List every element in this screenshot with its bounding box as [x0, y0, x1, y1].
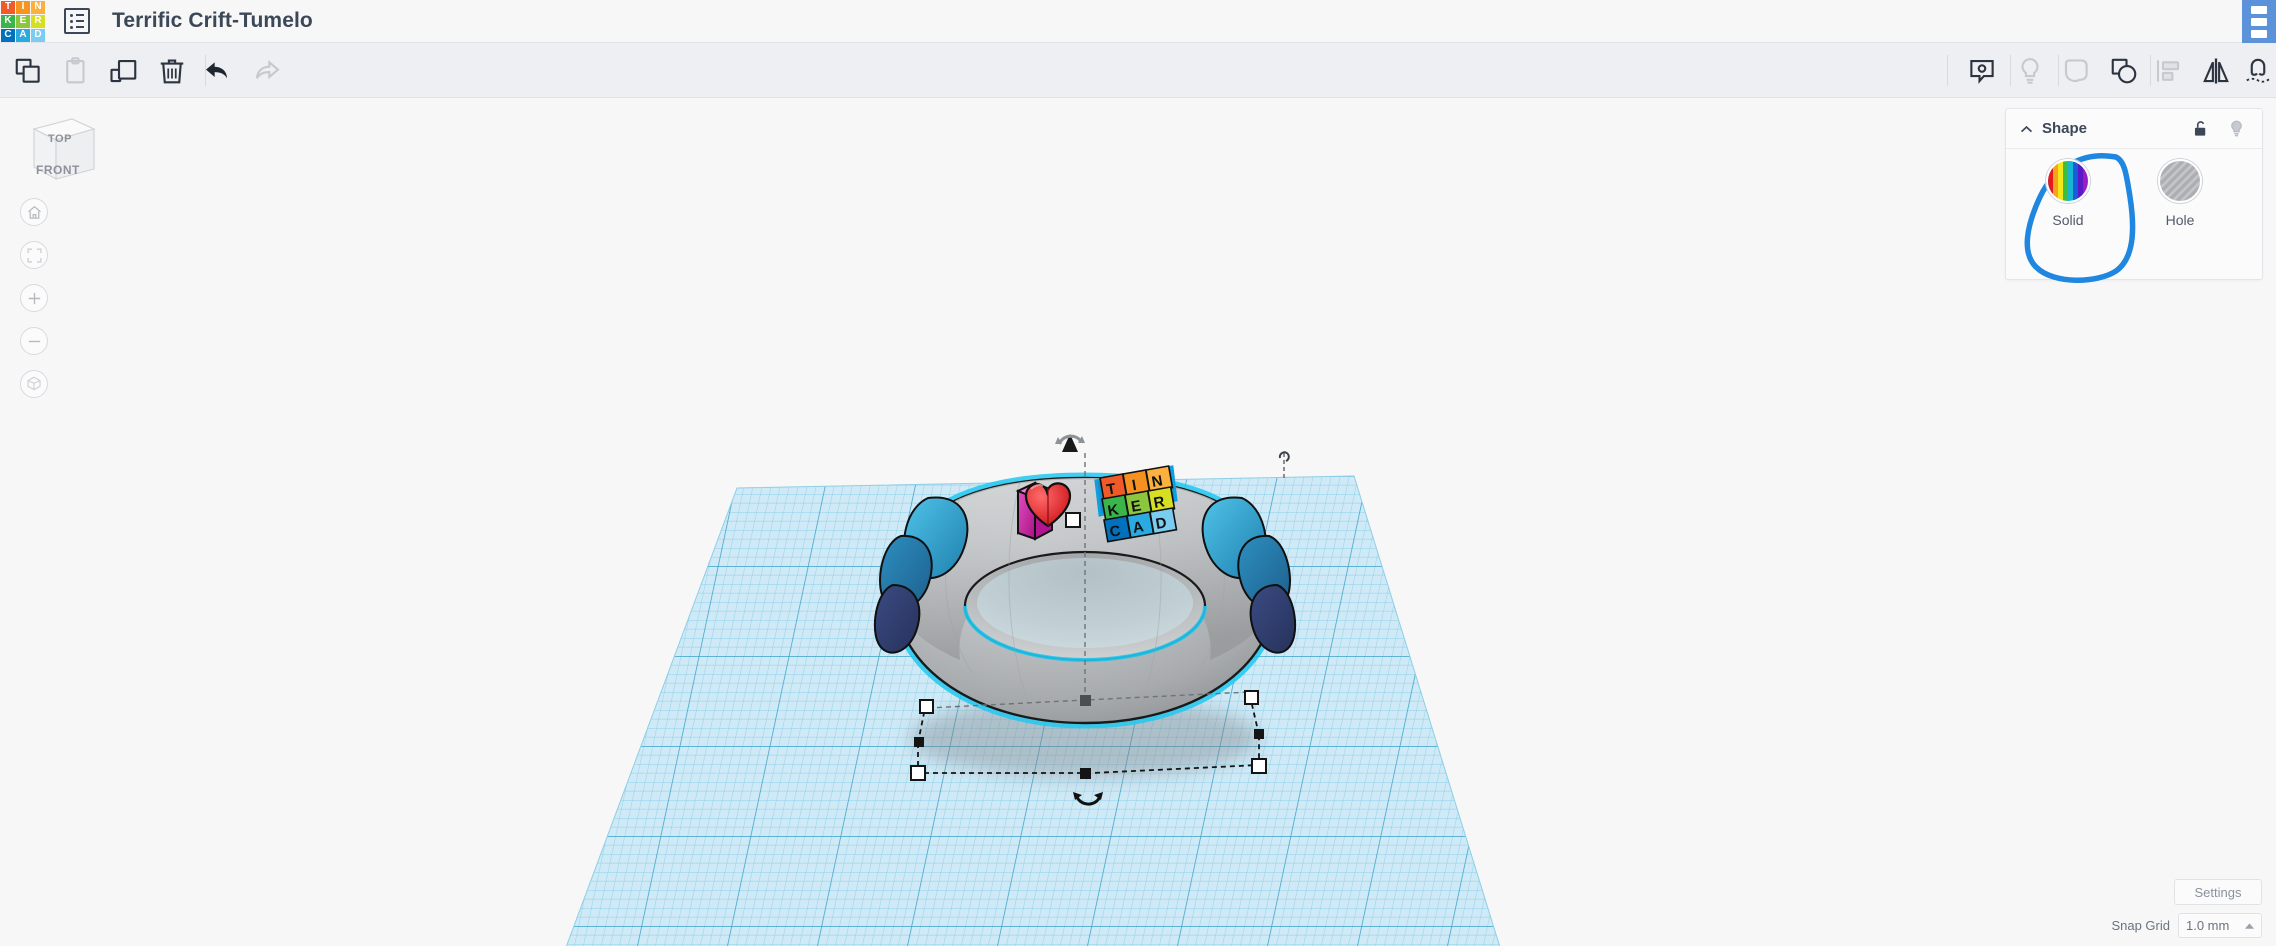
menu-line: [2251, 30, 2267, 38]
light-button[interactable]: [2006, 49, 2054, 92]
solid-option-label: Solid: [2052, 212, 2083, 228]
snap-grid-select[interactable]: 1.0 mm: [2178, 913, 2262, 938]
edge-handle: [1254, 729, 1264, 739]
account-menu-button[interactable]: [2242, 0, 2276, 43]
page-title: Terrific Crift-Tumelo: [112, 9, 313, 33]
solid-option[interactable]: Solid: [2028, 159, 2108, 228]
logo-tile: K: [1, 15, 15, 28]
lightbulb-icon[interactable]: [2227, 119, 2246, 143]
toolbar-divider: [1947, 55, 1948, 86]
viewcube-top-label[interactable]: TOP: [48, 133, 72, 145]
logo-tile: D: [31, 29, 45, 42]
corner-handle: [920, 700, 933, 713]
duplicate-button[interactable]: [102, 49, 146, 92]
chevron-up-icon[interactable]: [2018, 121, 2035, 143]
hole-option-label: Hole: [2166, 212, 2195, 228]
main-toolbar: [0, 43, 2276, 98]
notes-button[interactable]: [1958, 49, 2006, 92]
app-header: T I N K E R C A D Terrific Crift-Tumelo: [0, 0, 2276, 43]
viewcube-front-label[interactable]: FRONT: [36, 163, 80, 177]
logo-tile: R: [31, 15, 45, 28]
list-document-icon[interactable]: [64, 8, 90, 34]
rotate-cone-icon[interactable]: [1055, 434, 1085, 452]
fit-to-view-button[interactable]: [20, 241, 48, 269]
shape-properties-panel: Shape: [2005, 108, 2263, 280]
ungroup-button[interactable]: [2100, 49, 2148, 92]
scene-svg: T I N K E R C A D: [0, 98, 2276, 946]
corner-handle: [911, 766, 925, 780]
logo-tile: A: [16, 29, 30, 42]
corner-handle: [1245, 691, 1258, 704]
paste-button[interactable]: [54, 49, 98, 92]
copy-button[interactable]: [6, 49, 50, 92]
edge-handle: [914, 737, 924, 747]
projection-toggle-button[interactable]: [20, 370, 48, 398]
tinkercad-logo-cube-shape[interactable]: T I N K E R C A D: [1096, 466, 1176, 542]
logo-tile: C: [1, 29, 15, 42]
zoom-out-button[interactable]: [20, 327, 48, 355]
shape-panel-title: Shape: [2042, 120, 2087, 137]
menu-line: [2251, 18, 2267, 26]
hole-color-swatch[interactable]: [2158, 159, 2202, 203]
edge-handle: [1080, 768, 1091, 779]
undo-button[interactable]: [196, 49, 240, 92]
magnet-button[interactable]: [2234, 49, 2276, 92]
snap-grid-control: Snap Grid 1.0 mm: [2111, 913, 2262, 938]
logo-tile: E: [16, 15, 30, 28]
snap-grid-value: 1.0 mm: [2186, 918, 2229, 933]
delete-button[interactable]: [150, 49, 194, 92]
settings-button[interactable]: Settings: [2174, 879, 2262, 905]
corner-handle: [1252, 759, 1266, 773]
snap-grid-label: Snap Grid: [2111, 918, 2170, 933]
mirror-button[interactable]: [2192, 49, 2240, 92]
zoom-in-button[interactable]: [20, 284, 48, 312]
home-view-button[interactable]: [20, 198, 48, 226]
height-arrow-icon[interactable]: [1280, 452, 1289, 478]
unlock-icon[interactable]: [2191, 119, 2210, 143]
caret-up-icon[interactable]: [2245, 918, 2254, 933]
align-button[interactable]: [2144, 49, 2192, 92]
logo-tile: I: [16, 1, 30, 14]
view-cube[interactable]: TOP FRONT: [26, 115, 98, 191]
hole-option[interactable]: Hole: [2140, 159, 2220, 228]
redo-button[interactable]: [244, 49, 288, 92]
group-button[interactable]: [2052, 49, 2100, 92]
center-handle: [1080, 695, 1091, 706]
menu-line: [2251, 6, 2267, 14]
logo-tile: T: [1, 1, 15, 14]
shape-panel-header: Shape: [2006, 109, 2262, 149]
logo-tile: N: [31, 1, 45, 14]
solid-color-swatch[interactable]: [2046, 159, 2090, 203]
tinkercad-logo[interactable]: T I N K E R C A D: [0, 0, 44, 43]
top-handle: [1066, 513, 1080, 527]
3d-workspace-canvas[interactable]: T I N K E R C A D: [0, 98, 2276, 946]
